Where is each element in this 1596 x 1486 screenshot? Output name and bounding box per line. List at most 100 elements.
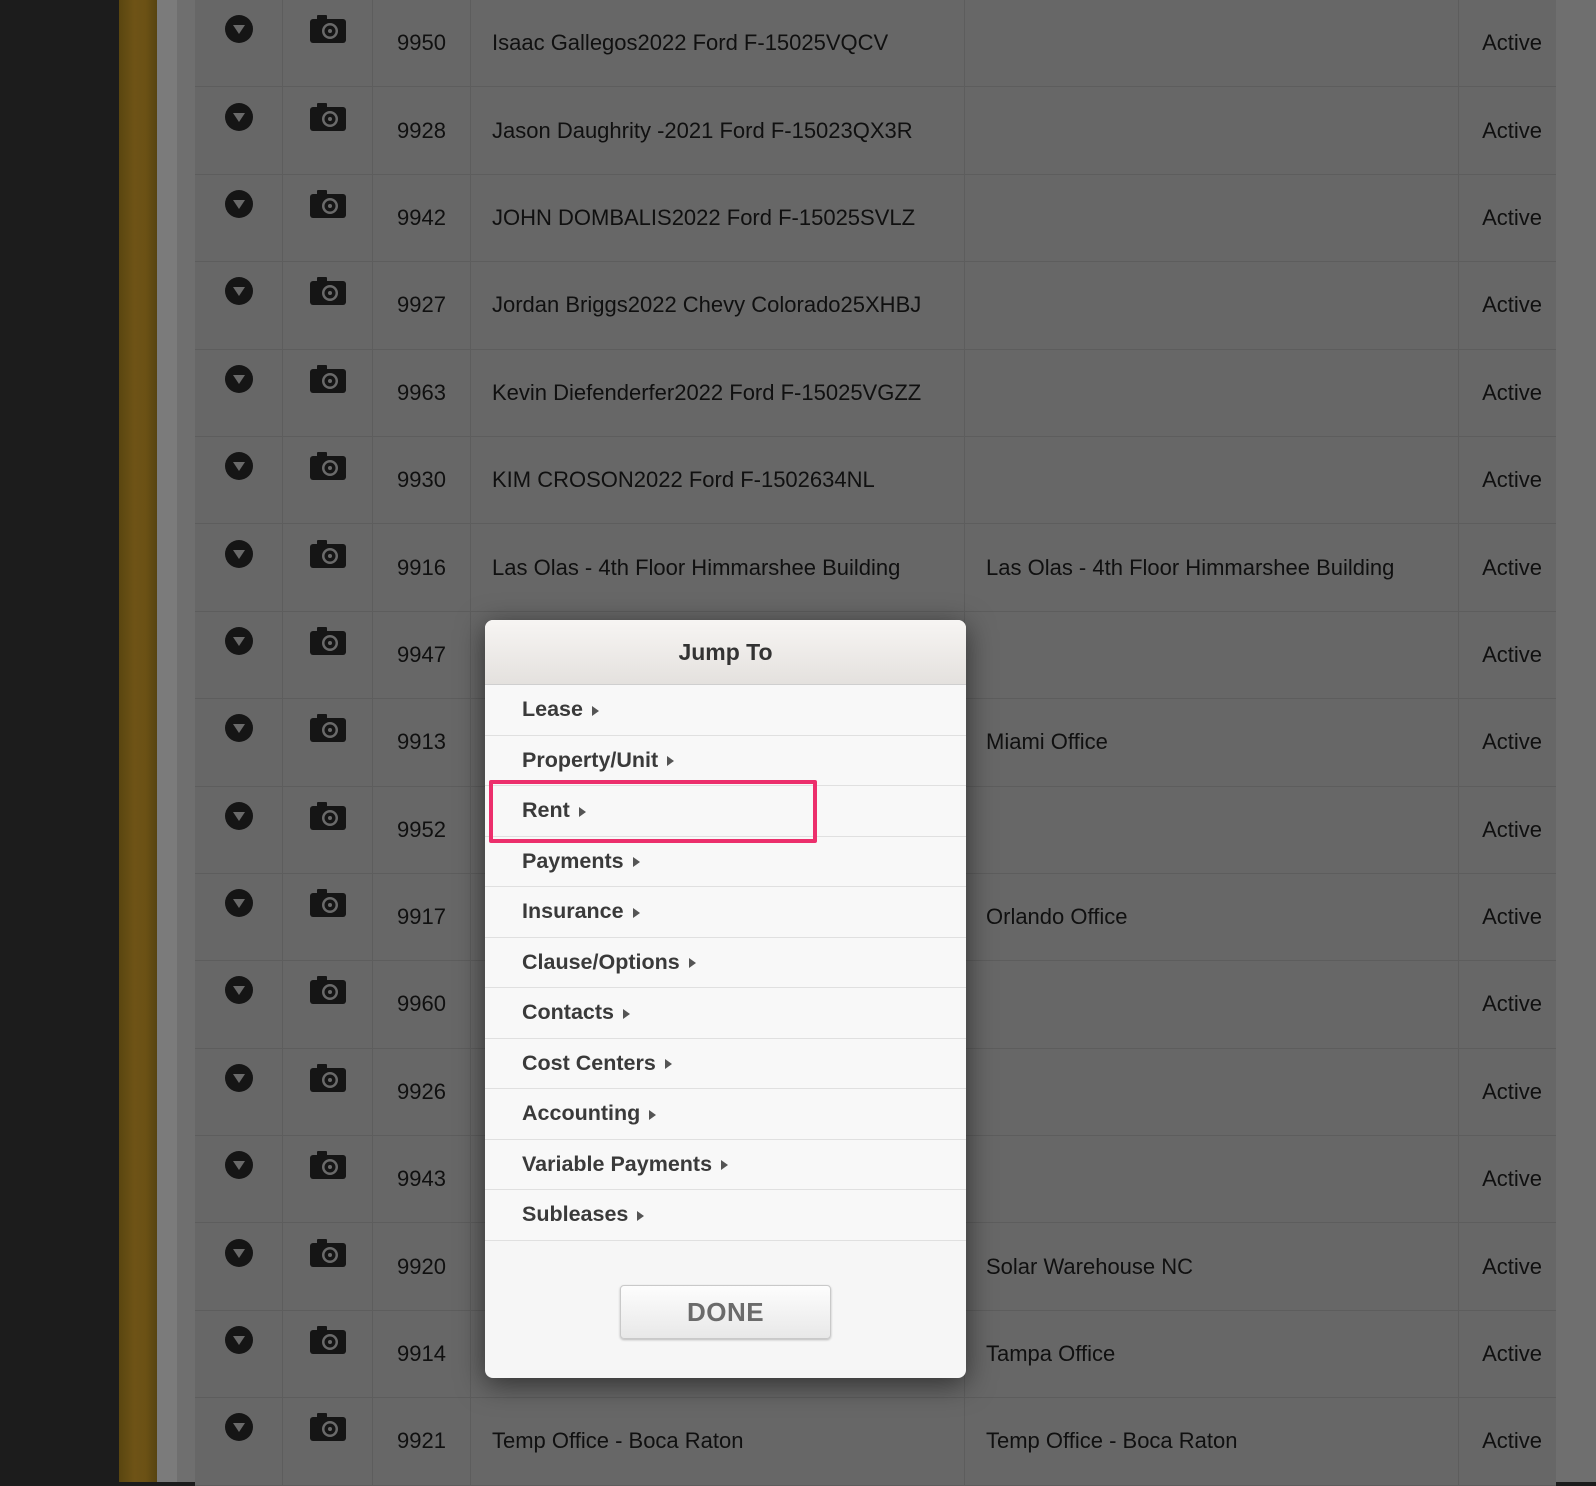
row-photo-cell[interactable] [283, 436, 373, 524]
table-row[interactable]: 9928 Jason Daughrity -2021 Ford F-15023Q… [195, 87, 1556, 175]
row-name: Jordan Briggs2022 Chevy Colorado25XHBJ [471, 262, 965, 349]
chevron-down-circle-icon[interactable] [224, 452, 253, 481]
row-photo-cell[interactable] [283, 87, 373, 174]
chevron-down-circle-icon[interactable] [224, 102, 253, 131]
chevron-down-circle-icon[interactable] [224, 976, 253, 1005]
menu-item-variable-payments[interactable]: Variable Payments [485, 1140, 966, 1190]
row-expand-cell[interactable] [195, 1136, 283, 1223]
table-row[interactable]: 9930 KIM CROSON2022 Ford F-1502634NL Act… [195, 436, 1556, 525]
row-photo-cell[interactable] [283, 1398, 373, 1485]
row-location [965, 174, 1459, 262]
row-photo-cell[interactable] [283, 349, 373, 436]
row-expand-cell[interactable] [195, 262, 283, 349]
chevron-down-circle-icon[interactable] [224, 801, 253, 830]
row-expand-cell[interactable] [195, 174, 283, 262]
camera-icon[interactable] [309, 888, 347, 918]
row-id: 9921 [373, 1398, 471, 1485]
table-row[interactable]: 9950 Isaac Gallegos2022 Ford F-15025VQCV… [195, 0, 1556, 88]
chevron-down-circle-icon[interactable] [224, 1326, 253, 1355]
camera-icon[interactable] [309, 1412, 347, 1442]
row-expand-cell[interactable] [195, 1048, 283, 1136]
camera-icon[interactable] [309, 1063, 347, 1093]
camera-icon[interactable] [309, 102, 347, 132]
camera-icon[interactable] [309, 626, 347, 656]
table-row[interactable]: 9916 Las Olas - 4th Floor Himmarshee Bui… [195, 524, 1556, 612]
menu-item-accounting[interactable]: Accounting [485, 1089, 966, 1140]
row-expand-cell[interactable] [195, 873, 283, 961]
table-row[interactable]: 9921 Temp Office - Boca Raton Temp Offic… [195, 1398, 1556, 1486]
chevron-down-circle-icon[interactable] [224, 889, 253, 918]
menu-item-lease[interactable]: Lease [485, 685, 966, 736]
row-expand-cell[interactable] [195, 786, 283, 873]
row-expand-cell[interactable] [195, 87, 283, 174]
chevron-down-circle-icon[interactable] [224, 714, 253, 743]
row-photo-cell[interactable] [283, 1310, 373, 1398]
menu-item-property-unit[interactable]: Property/Unit [485, 736, 966, 786]
camera-icon[interactable] [309, 451, 347, 481]
row-photo-cell[interactable] [283, 786, 373, 873]
menu-item-payments[interactable]: Payments [485, 837, 966, 887]
row-name: KIM CROSON2022 Ford F-1502634NL [471, 436, 965, 524]
row-photo-cell[interactable] [283, 699, 373, 786]
row-expand-cell[interactable] [195, 961, 283, 1048]
chevron-down-circle-icon[interactable] [224, 1151, 253, 1180]
table-row[interactable]: 9963 Kevin Diefenderfer2022 Ford F-15025… [195, 349, 1556, 437]
row-photo-cell[interactable] [283, 961, 373, 1048]
menu-item-contacts[interactable]: Contacts [485, 988, 966, 1039]
table-right-edge [1556, 0, 1596, 1482]
chevron-down-circle-icon[interactable] [224, 277, 253, 306]
table-row[interactable]: 9927 Jordan Briggs2022 Chevy Colorado25X… [195, 262, 1556, 350]
row-photo-cell[interactable] [283, 174, 373, 262]
row-status: Active [1482, 1166, 1542, 1192]
row-expand-cell[interactable] [195, 1398, 283, 1485]
chevron-down-circle-icon[interactable] [224, 364, 253, 393]
camera-icon[interactable] [309, 364, 347, 394]
camera-icon[interactable] [309, 713, 347, 743]
row-expand-cell[interactable] [195, 1223, 283, 1310]
camera-icon[interactable] [309, 14, 347, 44]
camera-icon[interactable] [309, 276, 347, 306]
menu-item-label: Clause/Options [522, 949, 680, 974]
table-row[interactable]: 9942 JOHN DOMBALIS2022 Ford F-15025SVLZ … [195, 174, 1556, 263]
row-photo-cell[interactable] [283, 1223, 373, 1310]
row-expand-cell[interactable] [195, 699, 283, 786]
row-photo-cell[interactable] [283, 1136, 373, 1223]
row-photo-cell[interactable] [283, 524, 373, 611]
menu-item-cost-centers[interactable]: Cost Centers [485, 1039, 966, 1089]
chevron-down-circle-icon[interactable] [224, 15, 253, 44]
row-status: Active [1482, 1428, 1542, 1454]
row-expand-cell[interactable] [195, 436, 283, 524]
chevron-down-circle-icon[interactable] [224, 189, 253, 218]
camera-icon[interactable] [309, 975, 347, 1005]
chevron-down-circle-icon[interactable] [224, 1238, 253, 1267]
row-location: Miami Office [965, 699, 1459, 786]
done-button[interactable]: DONE [620, 1285, 831, 1339]
row-expand-cell[interactable] [195, 611, 283, 699]
row-location [965, 436, 1459, 524]
row-expand-cell[interactable] [195, 1310, 283, 1398]
row-expand-cell[interactable] [195, 524, 283, 611]
menu-item-clause-options[interactable]: Clause/Options [485, 938, 966, 988]
row-photo-cell[interactable] [283, 611, 373, 699]
row-photo-cell[interactable] [283, 262, 373, 349]
camera-icon[interactable] [309, 801, 347, 831]
camera-icon[interactable] [309, 1150, 347, 1180]
camera-icon[interactable] [309, 189, 347, 219]
row-photo-cell[interactable] [283, 0, 373, 87]
menu-item-insurance[interactable]: Insurance [485, 887, 966, 938]
chevron-down-circle-icon[interactable] [224, 539, 253, 568]
menu-item-label: Variable Payments [522, 1151, 713, 1176]
row-expand-cell[interactable] [195, 0, 283, 87]
row-photo-cell[interactable] [283, 1048, 373, 1136]
menu-item-subleases[interactable]: Subleases [485, 1190, 966, 1241]
row-photo-cell[interactable] [283, 873, 373, 961]
row-expand-cell[interactable] [195, 349, 283, 436]
chevron-down-circle-icon[interactable] [224, 626, 253, 655]
row-id: 9927 [373, 262, 471, 349]
chevron-down-circle-icon[interactable] [224, 1063, 253, 1092]
camera-icon[interactable] [309, 539, 347, 569]
camera-icon[interactable] [309, 1238, 347, 1268]
chevron-down-circle-icon[interactable] [224, 1413, 253, 1442]
menu-item-rent[interactable]: Rent [485, 780, 966, 843]
camera-icon[interactable] [309, 1325, 347, 1355]
